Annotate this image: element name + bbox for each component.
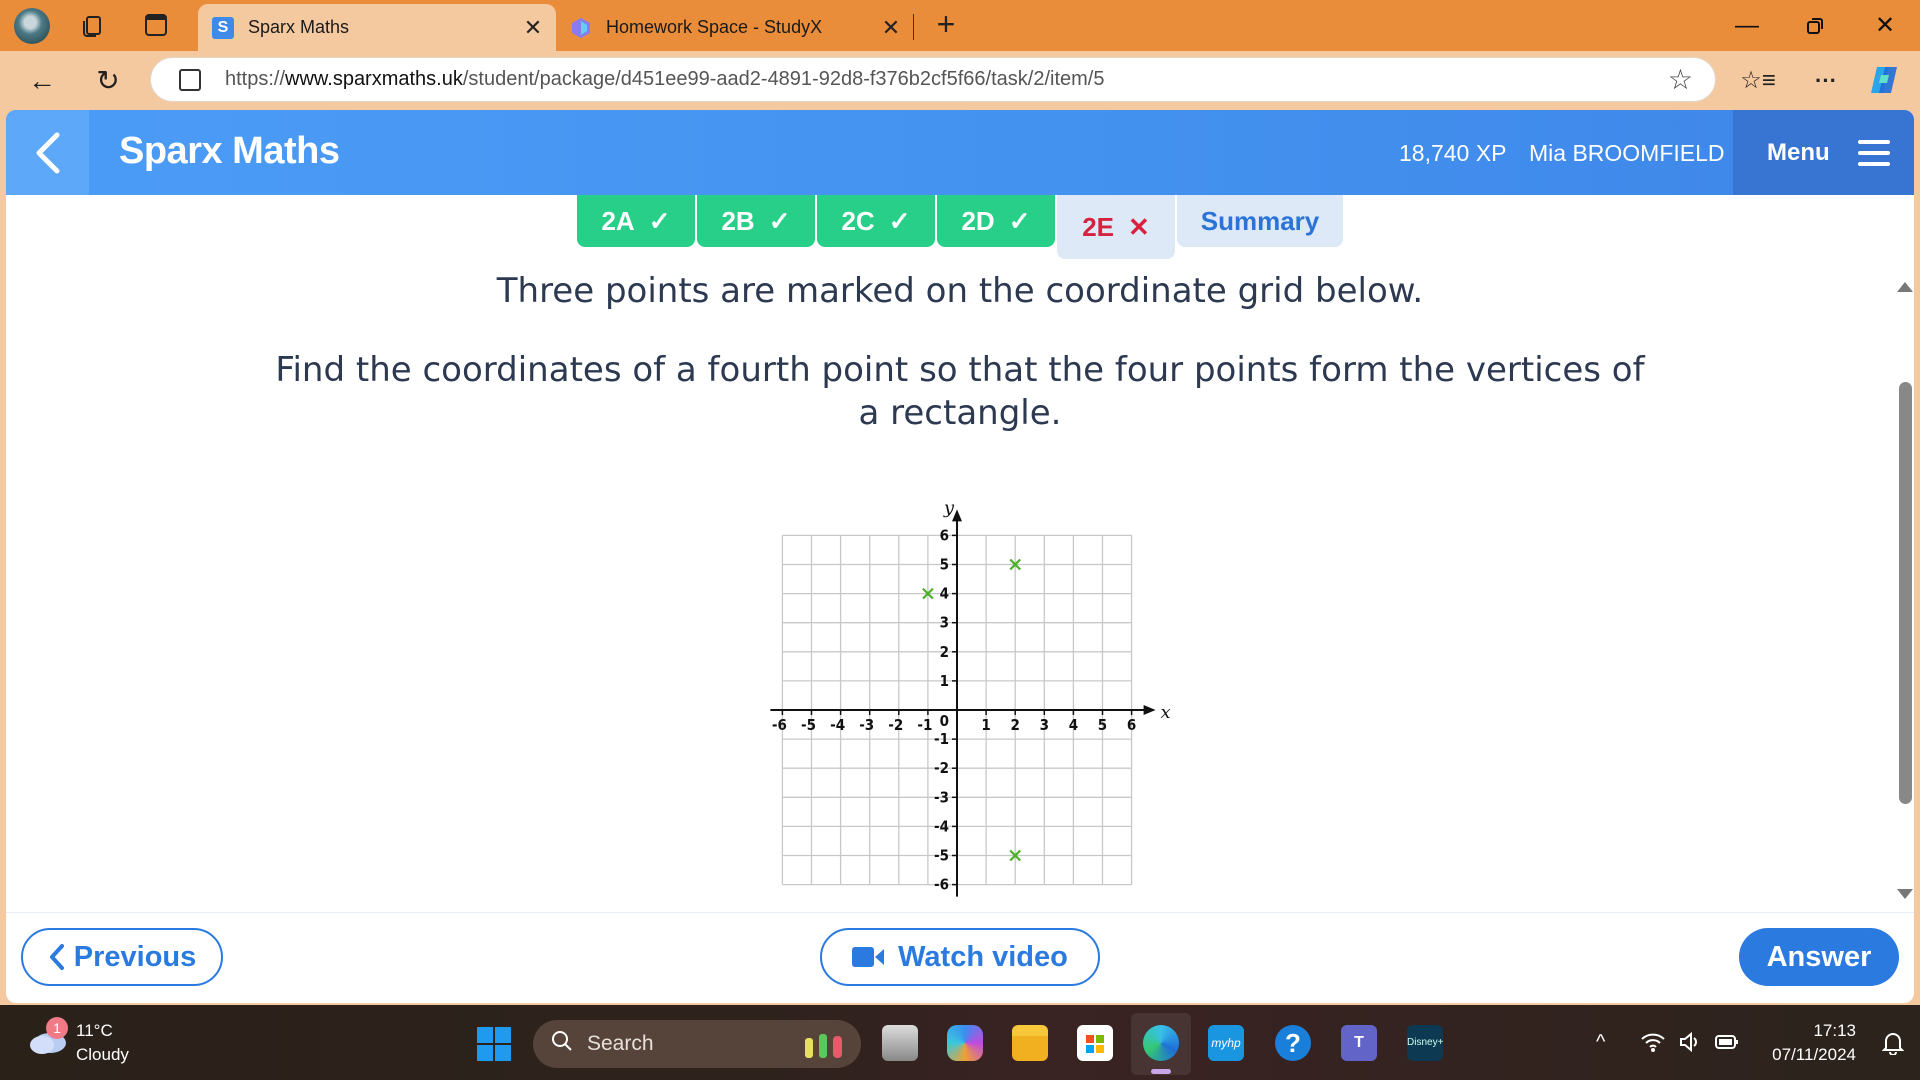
studyx-favicon-icon xyxy=(570,17,592,39)
vertical-tabs-icon[interactable] xyxy=(143,12,169,38)
close-window-button[interactable]: ✕ xyxy=(1860,8,1910,44)
y-tick-label: -1 xyxy=(934,730,949,748)
myhp-icon[interactable]: myhp xyxy=(1208,1025,1244,1061)
file-explorer-icon[interactable] xyxy=(1012,1025,1048,1061)
y-tick-label: -5 xyxy=(934,847,949,865)
url-host: www.sparxmaths.uk xyxy=(285,68,463,90)
minimize-button[interactable]: — xyxy=(1722,8,1772,44)
y-tick-label: 6 xyxy=(940,526,949,544)
active-app-indicator xyxy=(1151,1069,1171,1074)
scroll-up-arrow[interactable] xyxy=(1897,282,1913,292)
scrollbar-thumb[interactable] xyxy=(1899,382,1912,804)
watch-video-button[interactable]: Watch video xyxy=(820,928,1100,986)
coordinate-grid: -6 -5 -4 -3 -2 -1 1 2 3 4 5 6 -6 -5 -4 -3 -2 -1 1 2 3 4 5 6 0 x y xyxy=(770,497,1171,897)
y-tick-label: 2 xyxy=(940,643,949,661)
x-tick-label: 5 xyxy=(1098,716,1107,734)
notifications-bell-icon[interactable] xyxy=(1881,1031,1905,1061)
x-tick-label: 1 xyxy=(981,716,990,734)
tab-studyx[interactable]: Homework Space - StudyX ✕ xyxy=(556,4,914,51)
clock-date[interactable]: 07/11/2024 xyxy=(1772,1045,1856,1065)
favorite-star-icon[interactable]: ☆ xyxy=(1668,63,1693,96)
y-tick-label: 1 xyxy=(940,672,949,690)
x-tick-label: 2 xyxy=(1011,716,1020,734)
site-info-icon[interactable] xyxy=(179,68,201,91)
profile-avatar[interactable] xyxy=(14,8,50,44)
show-hidden-icons-chevron-icon[interactable]: ^ xyxy=(1596,1031,1605,1054)
clock-time[interactable]: 17:13 xyxy=(1813,1021,1856,1041)
video-camera-icon xyxy=(852,947,885,967)
tab-sparx-maths[interactable]: S Sparx Maths ✕ xyxy=(198,4,556,51)
url-scheme: https:// xyxy=(225,68,286,90)
origin-label: 0 xyxy=(940,712,949,730)
search-label: Search xyxy=(587,1032,654,1055)
notification-badge: 1 xyxy=(46,1017,68,1039)
tab-title: Homework Space - StudyX xyxy=(606,17,823,37)
close-tab-icon[interactable]: ✕ xyxy=(518,15,548,41)
close-tab-icon[interactable]: ✕ xyxy=(876,15,906,41)
copilot-app-icon[interactable] xyxy=(947,1025,983,1061)
back-icon[interactable]: ← xyxy=(24,63,60,99)
task-view-icon[interactable] xyxy=(882,1025,918,1061)
x-tick-label: 6 xyxy=(1127,716,1136,734)
x-tick-label: -3 xyxy=(859,716,874,734)
taskbar-search[interactable]: Search xyxy=(533,1020,861,1068)
tab-title: Sparx Maths xyxy=(248,17,350,37)
x-axis-label: x xyxy=(1161,702,1171,723)
tab-actions-icon[interactable] xyxy=(80,12,106,38)
refresh-icon[interactable]: ↻ xyxy=(90,63,126,99)
url-text[interactable]: https://www.sparxmaths.uk/student/packag… xyxy=(225,68,1104,91)
chevron-left-icon xyxy=(49,944,64,970)
more-options-icon[interactable]: ··· xyxy=(1808,63,1844,99)
y-tick-label: 4 xyxy=(940,585,949,603)
copilot-icon[interactable] xyxy=(1866,63,1902,99)
scroll-down-arrow[interactable] xyxy=(1897,889,1913,899)
edge-browser-icon[interactable] xyxy=(1143,1025,1179,1061)
y-tick-label: -2 xyxy=(934,759,949,777)
search-highlight-flasks-icon xyxy=(801,1030,847,1066)
y-tick-label: -3 xyxy=(934,788,949,806)
favorites-list-icon[interactable]: ☆≡ xyxy=(1740,63,1776,99)
x-tick-label: -1 xyxy=(917,716,932,734)
disney-plus-icon[interactable]: Disney+ xyxy=(1407,1025,1443,1061)
weather-description[interactable]: Cloudy xyxy=(76,1045,129,1065)
x-tick-label: 4 xyxy=(1069,716,1078,734)
sparx-page: Sparx Maths 18,740 XP Mia BROOMFIELD Men… xyxy=(6,110,1914,1003)
x-tick-label: -4 xyxy=(830,716,845,734)
y-tick-label: 3 xyxy=(940,614,949,632)
tab-separator xyxy=(913,14,914,40)
y-tick-label: -6 xyxy=(934,876,949,894)
y-tick-label: -4 xyxy=(934,817,949,835)
windows-taskbar: 1 11°C Cloudy Search myhp ? T Disney+ ^ … xyxy=(0,1005,1920,1080)
x-axis-arrow-icon xyxy=(1143,705,1156,715)
y-axis-label: y xyxy=(943,497,955,518)
teams-icon[interactable]: T xyxy=(1341,1025,1377,1061)
wifi-icon[interactable] xyxy=(1640,1031,1666,1059)
browser-tab-strip: S Sparx Maths ✕ Homework Space - StudyX … xyxy=(0,0,1920,51)
restore-button[interactable] xyxy=(1790,8,1840,44)
weather-temperature[interactable]: 11°C xyxy=(76,1021,113,1041)
battery-icon[interactable] xyxy=(1714,1031,1740,1059)
footer-divider xyxy=(6,912,1914,913)
new-tab-button[interactable]: + xyxy=(928,6,964,42)
help-icon[interactable]: ? xyxy=(1275,1025,1311,1061)
windows-start-icon[interactable] xyxy=(477,1027,511,1061)
x-tick-label: -2 xyxy=(888,716,903,734)
previous-label: Previous xyxy=(73,940,197,973)
search-icon xyxy=(551,1030,575,1058)
volume-icon[interactable] xyxy=(1678,1031,1702,1059)
answer-button[interactable]: Answer xyxy=(1739,928,1899,986)
x-tick-label: -6 xyxy=(772,716,787,734)
y-tick-label: 5 xyxy=(940,556,949,574)
sparx-favicon-icon: S xyxy=(212,16,234,39)
address-bar[interactable]: https://www.sparxmaths.uk/student/packag… xyxy=(150,57,1716,102)
watch-video-label: Watch video xyxy=(898,940,1068,973)
answer-label: Answer xyxy=(1766,940,1872,973)
x-tick-label: 3 xyxy=(1040,716,1049,734)
url-path: /student/package/d451ee99-aad2-4891-92d8… xyxy=(462,68,1105,90)
x-tick-label: -5 xyxy=(801,716,816,734)
browser-toolbar: ← ↻ https://www.sparxmaths.uk/student/pa… xyxy=(0,51,1920,110)
previous-button[interactable]: Previous xyxy=(21,928,223,986)
microsoft-store-icon[interactable] xyxy=(1077,1025,1113,1061)
